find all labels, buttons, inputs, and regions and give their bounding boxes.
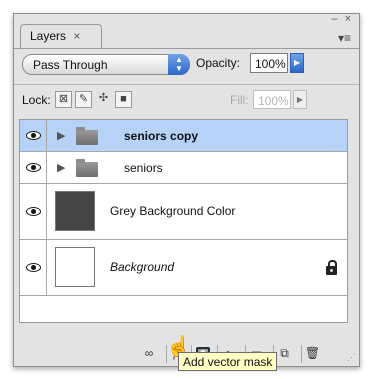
visibility-toggle[interactable] [20, 184, 47, 239]
expand-arrow-icon[interactable]: ▶ [57, 161, 65, 174]
eye-icon [26, 131, 41, 140]
layer-name: Background [110, 260, 175, 274]
tooltip: Add vector mask [178, 352, 278, 371]
layer-row-seniors-copy[interactable]: ▶ seniors copy [20, 120, 347, 152]
eye-icon [26, 163, 41, 172]
layer-thumbnail [55, 247, 95, 287]
close-icon[interactable]: × [73, 29, 80, 43]
blend-mode-select[interactable]: Pass Through ▲ ▼ [22, 54, 190, 75]
layer-name: seniors [124, 161, 163, 175]
opacity-label: Opacity: [196, 56, 241, 70]
opacity-slider-button[interactable]: ▶ [290, 53, 304, 73]
panel-tab-bar: Layers × ▾≡ [14, 14, 359, 49]
panel-menu-icon[interactable]: ▾≡ [338, 31, 351, 45]
all-lock-icon[interactable]: ■ [115, 91, 132, 108]
layers-panel: – × Layers × ▾≡ Pass Through ▲ ▼ Opacity:… [13, 13, 360, 367]
tab-layers[interactable]: Layers × [20, 24, 102, 48]
link-layers-icon[interactable]: ∞ [138, 345, 160, 363]
eye-icon [26, 263, 41, 272]
layer-name: seniors copy [124, 129, 199, 143]
folder-icon [76, 159, 98, 177]
trash-icon[interactable]: 🗑 [301, 345, 323, 363]
layer-row-seniors[interactable]: ▶ seniors [20, 152, 347, 184]
move-lock-icon[interactable]: ✣ [95, 91, 112, 108]
fill-input[interactable]: 100% [253, 90, 291, 109]
divider [14, 48, 359, 49]
fill-slider-button[interactable]: ▶ [293, 90, 307, 109]
select-arrows-icon: ▲ ▼ [168, 54, 190, 75]
expand-arrow-icon[interactable]: ▶ [57, 129, 65, 142]
layers-list: ▶ seniors copy ▶ seniors Grey Background… [19, 119, 348, 323]
lock-label: Lock: [22, 93, 51, 107]
visibility-toggle[interactable] [20, 152, 47, 183]
visibility-toggle[interactable] [20, 120, 47, 151]
tab-label: Layers [30, 29, 67, 43]
folder-icon [76, 127, 98, 145]
visibility-toggle[interactable] [20, 240, 47, 295]
blend-mode-value: Pass Through [33, 58, 108, 72]
resize-grip-icon[interactable]: ⋰ [347, 352, 356, 363]
eye-icon [26, 207, 41, 216]
layer-row-grey-background-color[interactable]: Grey Background Color [20, 184, 347, 240]
layer-thumbnail [55, 191, 95, 231]
opacity-input[interactable]: 100% [250, 53, 288, 73]
lock-row: Lock: ⊠ ✎ ✣ ■ Fill: 100% ▶ [14, 85, 359, 116]
layer-row-background[interactable]: Background [20, 240, 347, 296]
layer-name: Grey Background Color [110, 204, 236, 218]
transparency-lock-icon[interactable]: ⊠ [55, 91, 72, 108]
lock-icon [326, 260, 337, 275]
fill-label: Fill: [230, 93, 249, 107]
paint-lock-icon[interactable]: ✎ [75, 91, 92, 108]
